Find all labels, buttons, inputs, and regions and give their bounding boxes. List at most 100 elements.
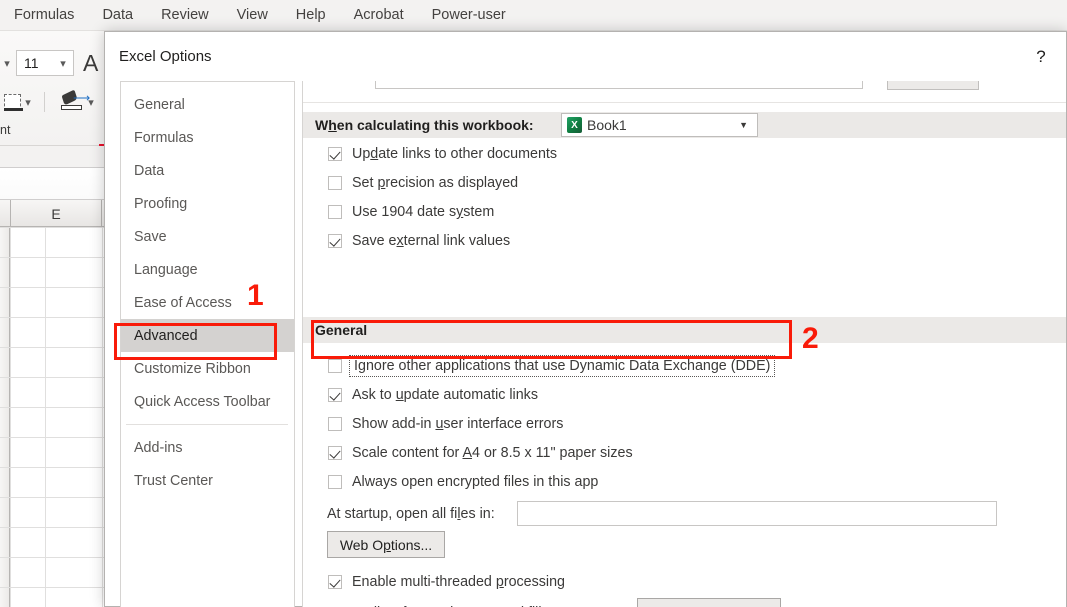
ribbon-tab-help[interactable]: Help xyxy=(282,0,340,31)
ribbon-tab-bar: Formulas Data Review View Help Acrobat P… xyxy=(0,0,1067,31)
sidebar-item-quick-access-toolbar[interactable]: Quick Access Toolbar xyxy=(121,385,294,418)
web-options-button[interactable]: Web Options... xyxy=(327,531,445,558)
checkbox-enable-multithreaded-processing[interactable]: Enable multi-threaded processing xyxy=(328,571,565,593)
chevron-down-icon[interactable]: ▼ xyxy=(739,120,748,130)
options-category-list: General Formulas Data Proofing Save Lang… xyxy=(120,81,295,607)
sidebar-item-formulas[interactable]: Formulas xyxy=(121,121,294,154)
sidebar-divider xyxy=(126,424,288,425)
font-controls-row: ▾ 11 ▾ A xyxy=(0,48,98,78)
sidebar-item-label: Advanced xyxy=(134,327,198,344)
checkbox-box[interactable] xyxy=(328,147,342,161)
checkbox-box[interactable] xyxy=(328,446,342,460)
advanced-options-pane: When calculating this workbook: X Book1 … xyxy=(302,81,1066,607)
startup-folder-input[interactable] xyxy=(517,501,997,526)
section-header-label: General xyxy=(315,322,368,338)
sidebar-item-add-ins[interactable]: Add-ins xyxy=(121,431,294,464)
ribbon-tab-data[interactable]: Data xyxy=(88,0,147,31)
ribbon-tab-view[interactable]: View xyxy=(223,0,282,31)
font-size-input[interactable]: 11 ▾ xyxy=(16,50,74,76)
sidebar-item-proofing[interactable]: Proofing xyxy=(121,187,294,220)
ribbon-tab-formulas[interactable]: Formulas xyxy=(0,0,88,31)
sidebar-item-language[interactable]: Language xyxy=(121,253,294,286)
sidebar-item-label: Ease of Access xyxy=(134,294,232,311)
sidebar-item-label: Add-ins xyxy=(134,439,183,456)
borders-chevron-down-icon[interactable]: ▾ xyxy=(21,96,35,109)
checkbox-box[interactable] xyxy=(328,359,342,373)
toolbar-divider xyxy=(44,92,45,112)
sidebar-item-advanced[interactable]: Advanced xyxy=(121,319,294,352)
content-top-divider xyxy=(303,102,1066,103)
startup-folder-label: At startup, open all files in: xyxy=(327,506,495,522)
checkbox-scale-content-a4[interactable]: Scale content for A4 or 8.5 x 11" paper … xyxy=(328,442,633,464)
web-options-button-label: Web Options... xyxy=(339,536,433,553)
fill-color-swatch xyxy=(61,105,82,110)
checkbox-update-links[interactable]: Update links to other documents xyxy=(328,143,557,165)
ribbon-group-label: nt xyxy=(0,123,11,137)
checkbox-label: Ask to update automatic links xyxy=(352,387,538,403)
workbook-dropdown[interactable]: X Book1 ▼ xyxy=(561,113,758,137)
dialog-title: Excel Options xyxy=(119,48,212,65)
excel-file-icon: X xyxy=(567,117,582,133)
checkbox-ignore-dde[interactable]: Ignore other applications that use Dynam… xyxy=(328,355,776,377)
sidebar-item-label: Trust Center xyxy=(134,472,213,489)
checkbox-always-open-encrypted[interactable]: Always open encrypted files in this app xyxy=(328,471,598,493)
fill-color-icon[interactable]: ⟶ xyxy=(60,89,90,112)
increase-font-size-icon[interactable]: A xyxy=(83,51,98,75)
checkbox-box[interactable] xyxy=(328,176,342,190)
column-header-e[interactable]: E xyxy=(10,200,102,227)
checkbox-box[interactable] xyxy=(328,234,342,248)
workbook-dropdown-value: Book1 xyxy=(587,117,627,133)
font-size-chevron-down-icon[interactable]: ▾ xyxy=(56,57,70,70)
sidebar-item-label: Proofing xyxy=(134,195,188,212)
row-header-strip xyxy=(0,227,10,607)
checkbox-box[interactable] xyxy=(328,575,342,589)
clipped-option-row xyxy=(303,81,1066,107)
checkbox-1904-date-system[interactable]: Use 1904 date system xyxy=(328,201,494,223)
font-size-value: 11 xyxy=(24,55,39,71)
checkbox-box[interactable] xyxy=(328,205,342,219)
font-name-chevron-down-icon[interactable]: ▾ xyxy=(0,57,14,70)
checkbox-label: Show add-in user interface errors xyxy=(352,416,564,432)
fill-pour-arrow-icon: ⟶ xyxy=(73,91,91,105)
checkbox-label: Scale content for A4 or 8.5 x 11" paper … xyxy=(352,445,633,461)
checkbox-label: Always open encrypted files in this app xyxy=(352,474,599,490)
sidebar-item-save[interactable]: Save xyxy=(121,220,294,253)
sidebar-item-data[interactable]: Data xyxy=(121,154,294,187)
checkbox-save-external-link-values[interactable]: Save external link values xyxy=(328,230,510,252)
help-icon[interactable]: ? xyxy=(1028,44,1054,70)
sidebar-item-label: Customize Ribbon xyxy=(134,360,251,377)
excel-options-dialog: Excel Options ? General Formulas Data Pr… xyxy=(104,31,1067,607)
section-header-label: When calculating this workbook: xyxy=(315,117,534,133)
sidebar-item-general[interactable]: General xyxy=(121,88,294,121)
borders-icon[interactable] xyxy=(4,93,23,111)
checkbox-box[interactable] xyxy=(328,417,342,431)
annotation-marker-1: 1 xyxy=(247,279,264,312)
clipped-text-input[interactable] xyxy=(375,81,863,89)
checkbox-label: Enable multi-threaded processing xyxy=(352,574,566,590)
checkbox-label: Use 1904 date system xyxy=(352,204,495,220)
sidebar-item-trust-center[interactable]: Trust Center xyxy=(121,464,294,497)
checkbox-box[interactable] xyxy=(328,475,342,489)
sidebar-item-label: Quick Access Toolbar xyxy=(134,393,271,410)
checkbox-label: Save external link values xyxy=(352,233,511,249)
clipped-button[interactable] xyxy=(887,81,979,90)
ribbon-tab-acrobat[interactable]: Acrobat xyxy=(340,0,418,31)
border-fill-controls-row: ▾ ⟶ ▾ xyxy=(0,86,98,118)
checkbox-box[interactable] xyxy=(328,388,342,402)
sidebar-item-label: Data xyxy=(134,162,165,179)
sidebar-item-label: General xyxy=(134,96,185,113)
sidebar-item-customize-ribbon[interactable]: Customize Ribbon xyxy=(121,352,294,385)
checkbox-label: Set precision as displayed xyxy=(352,175,519,191)
checkbox-set-precision[interactable]: Set precision as displayed xyxy=(328,172,518,194)
sidebar-item-label: Save xyxy=(134,228,167,245)
ribbon-tab-power-user[interactable]: Power-user xyxy=(418,0,520,31)
edit-custom-lists-button[interactable]: Edit Custom Lists... xyxy=(637,598,781,607)
ribbon-tab-review[interactable]: Review xyxy=(147,0,223,31)
checkbox-show-addin-ui-errors[interactable]: Show add-in user interface errors xyxy=(328,413,563,435)
sidebar-item-label: Language xyxy=(134,261,198,278)
checkbox-label: Update links to other documents xyxy=(352,146,558,162)
annotation-marker-2: 2 xyxy=(802,322,819,355)
screen: Formulas Data Review View Help Acrobat P… xyxy=(0,0,1067,607)
sidebar-item-ease-of-access[interactable]: Ease of Access xyxy=(121,286,294,319)
checkbox-ask-update-automatic-links[interactable]: Ask to update automatic links xyxy=(328,384,538,406)
